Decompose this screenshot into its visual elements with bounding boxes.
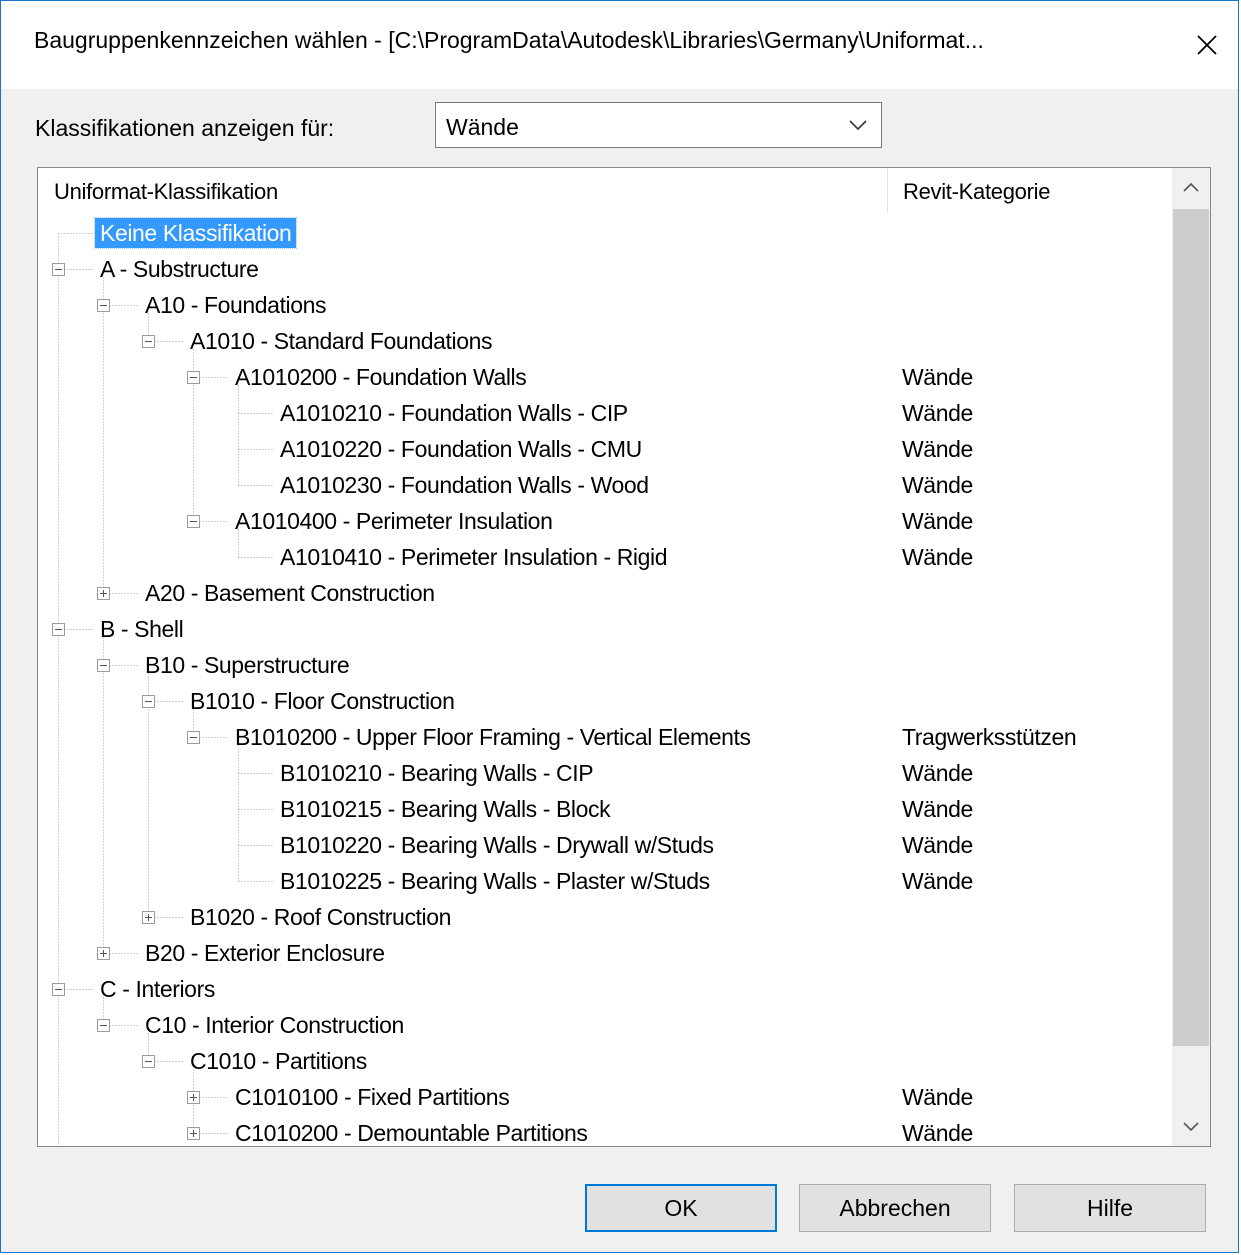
close-button[interactable] — [1176, 1, 1238, 89]
category-dropdown-value: Wände — [446, 114, 519, 140]
chevron-down-icon — [1183, 1122, 1199, 1132]
minus-box-icon[interactable] — [52, 983, 65, 996]
tree-item[interactable]: A1010210 - Foundation Walls - CIP — [275, 398, 633, 428]
minus-box-icon[interactable] — [142, 695, 155, 708]
tree-item[interactable]: A1010230 - Foundation Walls - Wood — [275, 470, 654, 500]
cancel-button[interactable]: Abbrechen — [799, 1184, 991, 1232]
chevron-down-icon — [849, 120, 867, 131]
minus-box-icon[interactable] — [187, 371, 200, 384]
tree-item[interactable]: A1010410 - Perimeter Insulation - Rigid — [275, 542, 672, 572]
tree-item-category: Wände — [902, 436, 973, 462]
tree-item[interactable]: B1010200 - Upper Floor Framing - Vertica… — [230, 722, 756, 752]
window-title: Baugruppenkennzeichen wählen - [C:\Progr… — [34, 27, 984, 53]
column-separator[interactable] — [887, 168, 888, 213]
filter-label: Klassifikationen anzeigen für: — [35, 115, 335, 141]
tree-item[interactable]: C10 - Interior Construction — [140, 1010, 409, 1040]
tree-item[interactable]: C1010200 - Demountable Partitions — [230, 1118, 592, 1146]
plus-box-icon[interactable] — [97, 947, 110, 960]
scroll-up-button[interactable] — [1172, 168, 1210, 208]
tree-item[interactable]: B1010 - Floor Construction — [185, 686, 459, 716]
minus-box-icon[interactable] — [97, 299, 110, 312]
tree-item[interactable]: B1020 - Roof Construction — [185, 902, 456, 932]
tree-item-category: Wände — [902, 832, 973, 858]
minus-box-icon[interactable] — [187, 731, 200, 744]
close-icon — [1197, 35, 1217, 55]
tree-item[interactable]: C - Interiors — [95, 974, 220, 1004]
dialog-window: Baugruppenkennzeichen wählen - [C:\Progr… — [0, 0, 1239, 1253]
minus-box-icon[interactable] — [142, 335, 155, 348]
minus-box-icon[interactable] — [52, 263, 65, 276]
minus-box-icon[interactable] — [97, 1019, 110, 1032]
tree-item[interactable]: A10 - Foundations — [140, 290, 331, 320]
plus-box-icon[interactable] — [97, 587, 110, 600]
tree-item-category: Wände — [902, 868, 973, 894]
tree-item[interactable]: Keine Klassifikation — [93, 217, 298, 249]
tree-item[interactable]: A1010 - Standard Foundations — [185, 326, 497, 356]
tree-item-category: Wände — [902, 544, 973, 570]
tree-rows: Keine Klassifikation A - Substructure A10 … — [38, 168, 1172, 1146]
tree-item[interactable]: A1010220 - Foundation Walls - CMU — [275, 434, 647, 464]
tree-item[interactable]: B1010215 - Bearing Walls - Block — [275, 794, 615, 824]
scroll-down-button[interactable] — [1172, 1106, 1210, 1146]
tree-item[interactable]: C1010 - Partitions — [185, 1046, 372, 1076]
tree-item[interactable]: A20 - Basement Construction — [140, 578, 440, 608]
minus-box-icon[interactable] — [97, 659, 110, 672]
scroll-thumb[interactable] — [1173, 209, 1209, 1046]
tree-item-category: Wände — [902, 508, 973, 534]
category-dropdown[interactable]: Wände — [435, 102, 882, 148]
tree-item[interactable]: B1010225 - Bearing Walls - Plaster w/Stu… — [275, 866, 715, 896]
column-header-category[interactable]: Revit-Kategorie — [903, 179, 1050, 205]
tree-item-category: Wände — [902, 400, 973, 426]
tree-item-category: Wände — [902, 1084, 973, 1110]
tree-item-category: Wände — [902, 1120, 973, 1146]
help-button[interactable]: Hilfe — [1014, 1184, 1206, 1232]
tree-item[interactable]: B - Shell — [95, 614, 188, 644]
tree-item[interactable]: C1010100 - Fixed Partitions — [230, 1082, 514, 1112]
tree-item[interactable]: B10 - Superstructure — [140, 650, 354, 680]
tree-item-category: Tragwerksstützen — [902, 724, 1077, 750]
title-bar: Baugruppenkennzeichen wählen - [C:\Progr… — [1, 1, 1238, 89]
tree-item[interactable]: B1010220 - Bearing Walls - Drywall w/Stu… — [275, 830, 719, 860]
tree-item-category: Wände — [902, 472, 973, 498]
column-header-classification[interactable]: Uniformat-Klassifikation — [54, 179, 278, 205]
tree-item[interactable]: A1010400 - Perimeter Insulation — [230, 506, 557, 536]
tree-item[interactable]: A - Substructure — [95, 254, 264, 284]
minus-box-icon[interactable] — [52, 623, 65, 636]
minus-box-icon[interactable] — [142, 1055, 155, 1068]
minus-box-icon[interactable] — [187, 515, 200, 528]
plus-box-icon[interactable] — [187, 1091, 200, 1104]
classification-tree[interactable]: Keine Klassifikation A - Substructure A10 … — [37, 167, 1211, 1147]
chevron-up-icon — [1183, 182, 1199, 192]
plus-box-icon[interactable] — [142, 911, 155, 924]
tree-item-category: Wände — [902, 760, 973, 786]
vertical-scrollbar[interactable] — [1172, 168, 1210, 1146]
tree-item[interactable]: A1010200 - Foundation Walls — [230, 362, 531, 392]
plus-box-icon[interactable] — [187, 1127, 200, 1140]
tree-item[interactable]: B1010210 - Bearing Walls - CIP — [275, 758, 598, 788]
tree-item-category: Wände — [902, 364, 973, 390]
ok-button[interactable]: OK — [585, 1184, 777, 1232]
tree-item-category: Wände — [902, 796, 973, 822]
tree-item[interactable]: B20 - Exterior Enclosure — [140, 938, 390, 968]
